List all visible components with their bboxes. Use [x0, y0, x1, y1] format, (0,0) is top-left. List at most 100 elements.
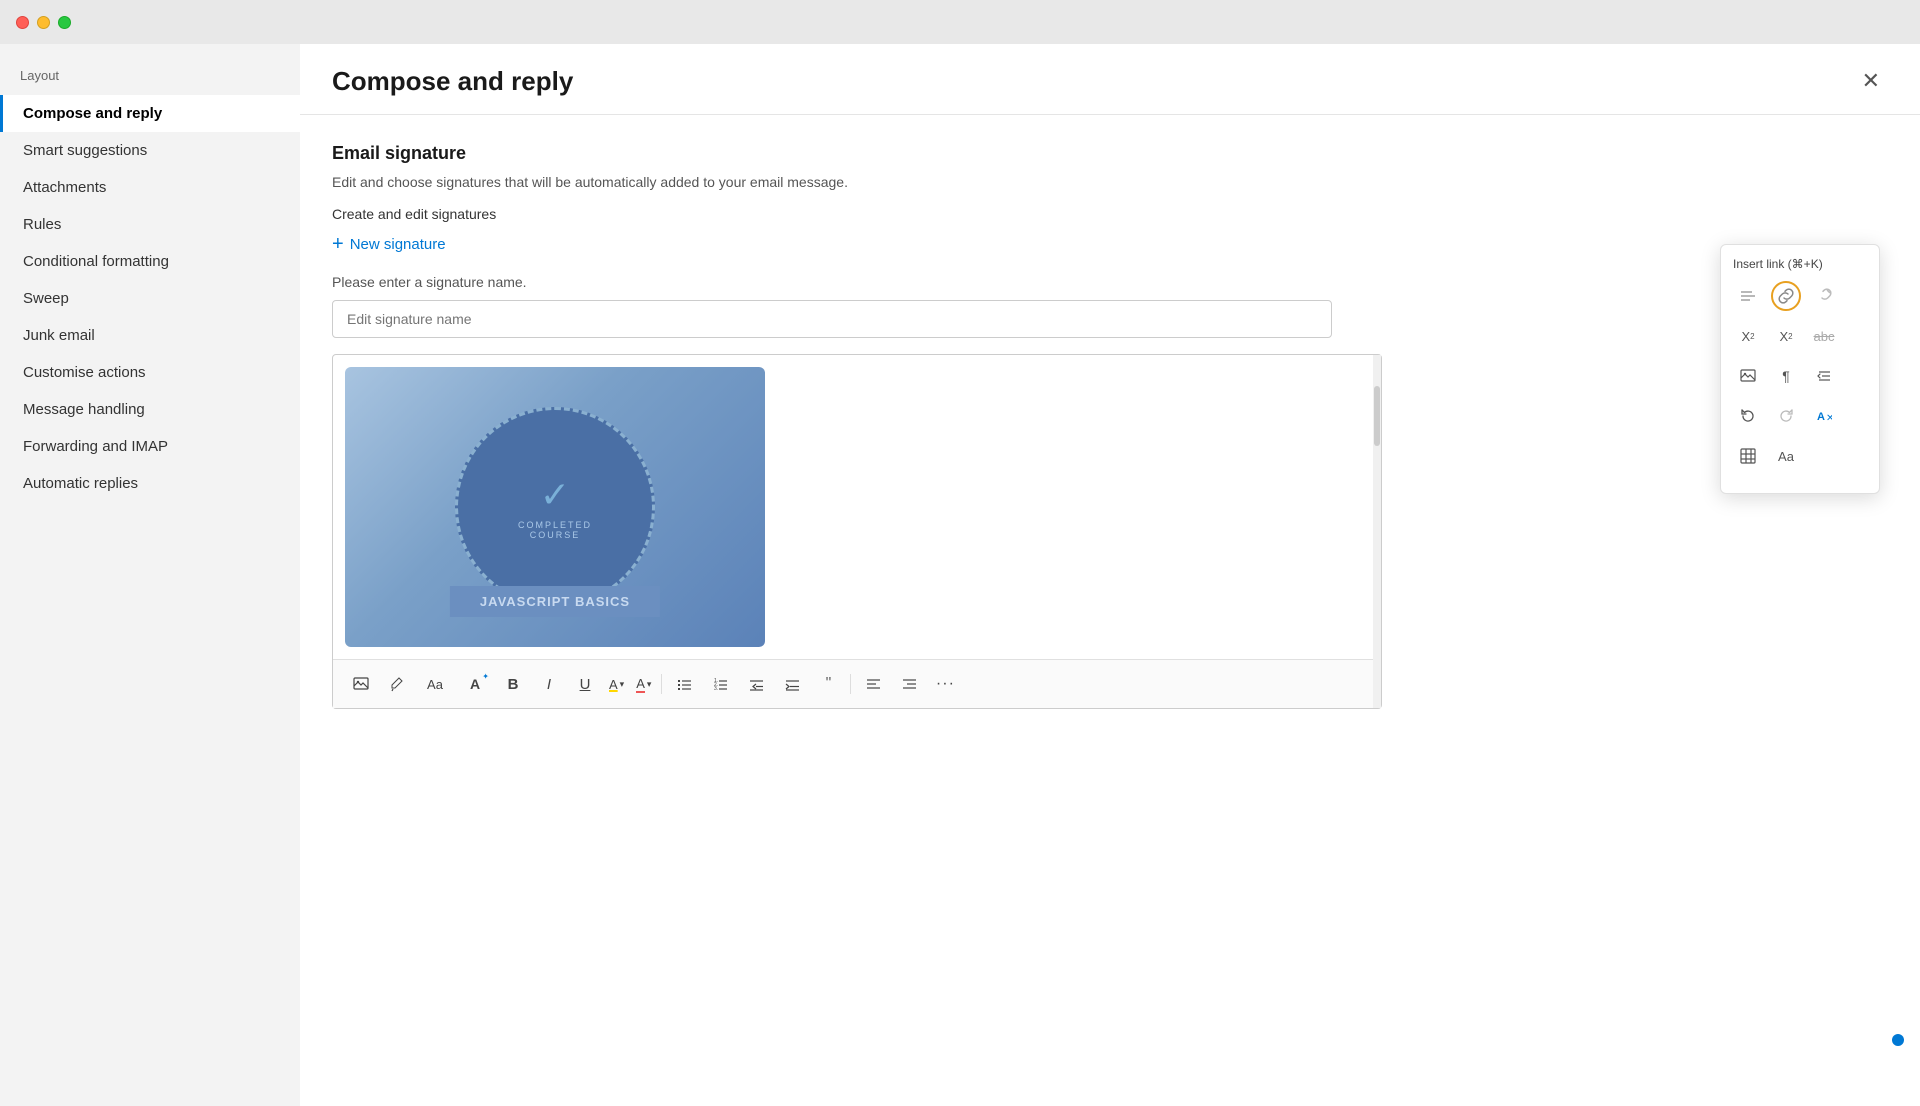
- signature-editor: ✓ COMPLETED COURSE JAVASCRIPT BASICS: [332, 354, 1382, 709]
- sidebar-item-forwarding-imap[interactable]: Forwarding and IMAP: [0, 428, 300, 465]
- highlight-icon: A: [609, 677, 618, 692]
- tooltip-row-5: Aa: [1733, 441, 1867, 471]
- undo-icon[interactable]: [1733, 401, 1763, 431]
- editor-scrollbar[interactable]: [1373, 355, 1381, 708]
- sidebar: Layout Compose and reply Smart suggestio…: [0, 44, 300, 1106]
- panel-title: Compose and reply: [332, 66, 573, 97]
- sidebar-item-automatic-replies[interactable]: Automatic replies: [0, 465, 300, 502]
- insert-image-button[interactable]: [345, 668, 377, 700]
- section-title: Email signature: [332, 143, 1888, 164]
- sidebar-item-label: Conditional formatting: [23, 253, 169, 270]
- sidebar-item-conditional-formatting[interactable]: Conditional formatting: [0, 243, 300, 280]
- italic-icon: I: [547, 676, 551, 693]
- font-size-tooltip-icon[interactable]: Aa: [1771, 441, 1801, 471]
- tooltip-row-3: ¶: [1733, 361, 1867, 391]
- more-icon: ···: [936, 675, 955, 693]
- scroll-indicator: [1892, 1034, 1904, 1046]
- align-right-button[interactable]: [893, 668, 925, 700]
- highlight-color-button[interactable]: A ▾: [605, 668, 628, 700]
- close-button[interactable]: [16, 16, 29, 29]
- maximize-button[interactable]: [58, 16, 71, 29]
- italic-button[interactable]: I: [533, 668, 565, 700]
- sidebar-item-sweep[interactable]: Sweep: [0, 280, 300, 317]
- editor-toolbar: Aa A ✦ B I U: [333, 659, 1381, 708]
- sparkle-icon: ✦: [482, 672, 489, 681]
- svg-text:3.: 3.: [714, 686, 718, 692]
- sidebar-item-message-handling[interactable]: Message handling: [0, 391, 300, 428]
- badge-ribbon-label: JAVASCRIPT BASICS: [480, 594, 630, 609]
- font-size-button[interactable]: Aa: [417, 668, 453, 700]
- title-bar: [0, 0, 1920, 44]
- sidebar-item-smart-suggestions[interactable]: Smart suggestions: [0, 132, 300, 169]
- decrease-indent-button[interactable]: [740, 668, 772, 700]
- quote-icon: ": [826, 675, 832, 693]
- tooltip-label: Insert link (⌘+K): [1733, 257, 1867, 271]
- new-signature-label: New signature: [350, 236, 446, 253]
- insert-link-tooltip: Insert link (⌘+K): [1720, 244, 1880, 494]
- rtl-icon[interactable]: [1809, 361, 1839, 391]
- svg-text:✕: ✕: [1826, 413, 1832, 424]
- font-size-up-icon: A: [470, 676, 480, 692]
- scrollbar-thumb[interactable]: [1374, 386, 1380, 446]
- sidebar-item-label: Attachments: [23, 179, 106, 196]
- minimize-button[interactable]: [37, 16, 50, 29]
- subscript-icon[interactable]: X2: [1771, 321, 1801, 351]
- new-signature-button[interactable]: + New signature: [332, 234, 446, 254]
- badge-course-text: COURSE: [518, 530, 592, 540]
- remove-link-icon[interactable]: [1809, 281, 1839, 311]
- close-panel-button[interactable]: ✕: [1854, 64, 1888, 98]
- sidebar-item-label: Automatic replies: [23, 475, 138, 492]
- more-options-button[interactable]: ···: [929, 668, 961, 700]
- font-size-icon: Aa: [427, 677, 443, 692]
- increase-indent-button[interactable]: [776, 668, 808, 700]
- underline-icon: U: [580, 676, 591, 693]
- font-size-up-button[interactable]: A ✦: [457, 668, 493, 700]
- sidebar-item-label: Customise actions: [23, 364, 146, 381]
- sidebar-item-label: Smart suggestions: [23, 142, 147, 159]
- signature-name-input[interactable]: [332, 300, 1332, 338]
- badge-ribbon: JAVASCRIPT BASICS: [450, 586, 660, 617]
- bullets-button[interactable]: [668, 668, 700, 700]
- strikethrough-icon[interactable]: abc: [1809, 321, 1839, 351]
- font-color-icon: A: [636, 676, 645, 693]
- clear-formatting-icon[interactable]: A✕: [1809, 401, 1839, 431]
- panel-header: Compose and reply ✕: [300, 44, 1920, 115]
- bold-button[interactable]: B: [497, 668, 529, 700]
- sidebar-item-customise-actions[interactable]: Customise actions: [0, 354, 300, 391]
- badge: ✓ COMPLETED COURSE: [455, 407, 655, 607]
- sidebar-item-label: Sweep: [23, 290, 69, 307]
- badge-checkmark: ✓: [518, 474, 592, 516]
- format-brush-button[interactable]: [381, 668, 413, 700]
- align-icon[interactable]: [1733, 281, 1763, 311]
- insert-table-icon[interactable]: [1733, 441, 1763, 471]
- badge-completed-text: COMPLETED: [518, 520, 592, 530]
- sidebar-item-junk-email[interactable]: Junk email: [0, 317, 300, 354]
- underline-button[interactable]: U: [569, 668, 601, 700]
- font-color-button[interactable]: A ▾: [632, 668, 655, 700]
- align-left-button[interactable]: [857, 668, 889, 700]
- bold-icon: B: [508, 676, 519, 693]
- plus-icon: +: [332, 234, 344, 254]
- tooltip-row-4: A✕: [1733, 401, 1867, 431]
- signature-image: ✓ COMPLETED COURSE JAVASCRIPT BASICS: [345, 367, 765, 647]
- svg-text:A: A: [1817, 411, 1825, 423]
- paragraph-icon[interactable]: ¶: [1771, 361, 1801, 391]
- numbering-button[interactable]: 1.2.3.: [704, 668, 736, 700]
- editor-body[interactable]: ✓ COMPLETED COURSE JAVASCRIPT BASICS: [333, 355, 1381, 659]
- toolbar-separator-1: [661, 674, 662, 694]
- section-create-label: Create and edit signatures: [332, 206, 1888, 222]
- panel-content: Email signature Edit and choose signatur…: [300, 115, 1920, 1106]
- toolbar-separator-2: [850, 674, 851, 694]
- superscript-icon[interactable]: X2: [1733, 321, 1763, 351]
- insert-link-icon[interactable]: [1771, 281, 1801, 311]
- sidebar-item-compose-reply[interactable]: Compose and reply: [0, 95, 300, 132]
- quote-button[interactable]: ": [812, 668, 844, 700]
- enter-name-hint: Please enter a signature name.: [332, 274, 1888, 290]
- inline-image-icon[interactable]: [1733, 361, 1763, 391]
- redo-icon[interactable]: [1771, 401, 1801, 431]
- sidebar-item-label: Compose and reply: [23, 105, 162, 122]
- section-description: Edit and choose signatures that will be …: [332, 174, 1888, 190]
- sidebar-item-attachments[interactable]: Attachments: [0, 169, 300, 206]
- sidebar-item-rules[interactable]: Rules: [0, 206, 300, 243]
- tooltip-row-1: [1733, 281, 1867, 311]
